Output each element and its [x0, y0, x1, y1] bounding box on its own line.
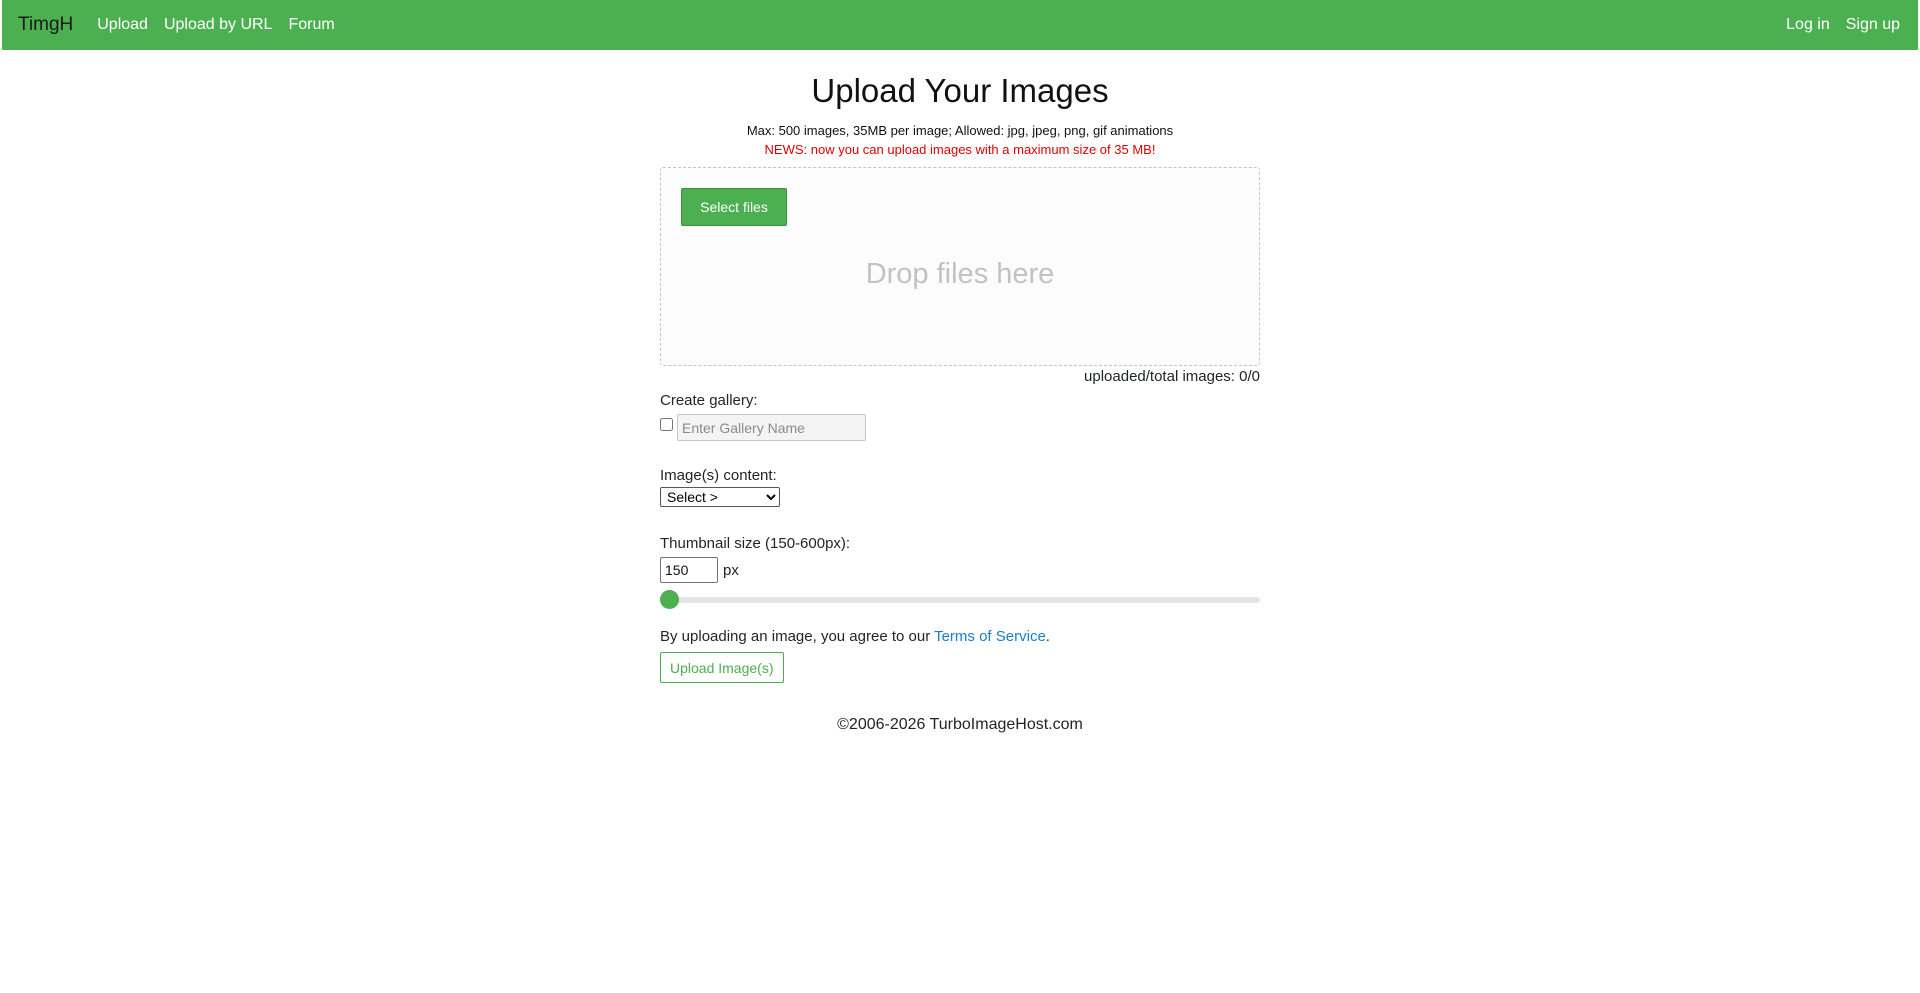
create-gallery-checkbox[interactable]	[660, 418, 673, 431]
slider-track[interactable]	[660, 597, 1260, 603]
footer-copyright: ©2006-2026 TurboImageHost.com	[837, 716, 1083, 733]
thumbnail-size-label: Thumbnail size (150-600px):	[660, 535, 851, 552]
image-content-label: Image(s) content:	[660, 467, 777, 484]
nav-link-login[interactable]: Log in	[1786, 16, 1830, 34]
upload-form-container: Upload Your Images Max: 500 images, 35MB…	[660, 50, 1260, 734]
thumbnail-size-row: px	[660, 557, 1260, 583]
nav-link-upload[interactable]: Upload	[97, 16, 148, 34]
create-gallery-row	[660, 414, 1260, 441]
image-content-section: Image(s) content: Select >	[660, 467, 1260, 507]
upload-limits-text: Max: 500 images, 35MB per image; Allowed…	[746, 123, 1174, 138]
terms-prefix: By uploading an image, you agree to our	[660, 628, 935, 645]
terms-suffix: .	[1045, 628, 1050, 645]
upload-images-button[interactable]: Upload Image(s)	[660, 652, 784, 683]
terms-of-service-link[interactable]: Terms of Service	[934, 628, 1046, 645]
nav-left: TimgH Upload Upload by URL Forum	[18, 14, 351, 36]
slider-handle[interactable]	[660, 590, 679, 609]
thumbnail-size-section: Thumbnail size (150-600px): px	[660, 535, 1260, 609]
upload-counter: uploaded/total images: 0/0	[1084, 368, 1260, 385]
thumbnail-size-input[interactable]	[660, 557, 718, 583]
nav-link-signup[interactable]: Sign up	[1846, 16, 1900, 34]
top-navbar: TimgH Upload Upload by URL Forum Log in …	[2, 0, 1918, 50]
terms-notice: By uploading an image, you agree to our …	[660, 628, 1260, 646]
drop-files-hint: Drop files here	[865, 258, 1055, 290]
file-dropzone[interactable]: Select files Drop files here	[660, 167, 1260, 366]
brand-logo[interactable]: TimgH	[18, 14, 73, 36]
image-content-select[interactable]: Select >	[660, 487, 780, 507]
page-title: Upload Your Images	[811, 72, 1109, 109]
nav-right: Log in Sign up	[1770, 16, 1900, 34]
thumbnail-size-slider[interactable]	[660, 589, 1260, 609]
create-gallery-label: Create gallery:	[660, 392, 758, 409]
nav-link-upload-by-url[interactable]: Upload by URL	[164, 16, 273, 34]
nav-link-forum[interactable]: Forum	[288, 16, 334, 34]
create-gallery-section: Create gallery:	[660, 392, 1260, 441]
thumbnail-unit-label: px	[723, 561, 739, 579]
gallery-name-input[interactable]	[677, 414, 866, 441]
select-files-button[interactable]: Select files	[681, 188, 787, 226]
news-banner: NEWS: now you can upload images with a m…	[764, 142, 1156, 157]
